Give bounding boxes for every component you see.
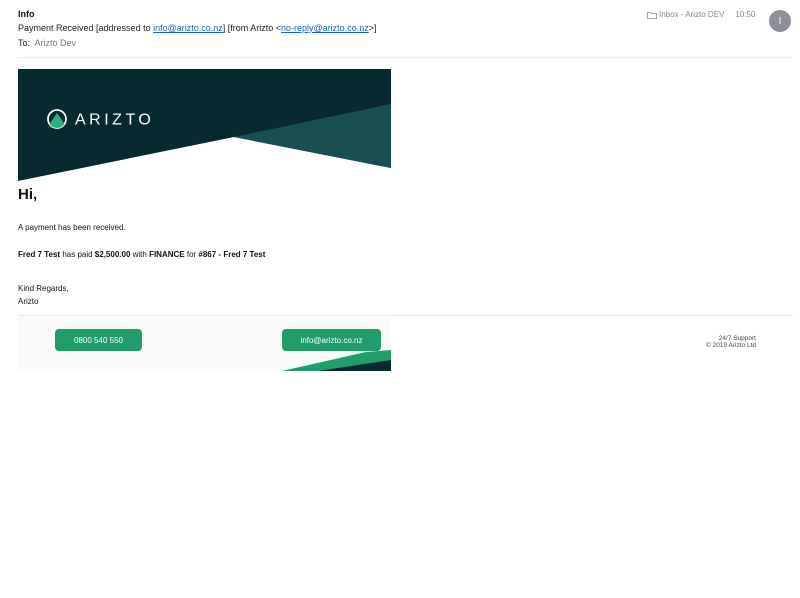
greeting: Hi, [18, 186, 38, 203]
subject-middle: ] [from Arizto < [222, 23, 282, 33]
mail-meta: Inbox - Arizto DEV 10:50 [647, 10, 755, 19]
header-divider [18, 57, 792, 58]
subject-prefix: Payment Received [addressed to [18, 23, 154, 33]
support-line: 24/7 Support [718, 335, 756, 342]
email-subject: Payment Received [addressed to info@ariz… [18, 23, 376, 33]
with-text: with [130, 250, 150, 259]
subject-suffix: >] [368, 23, 377, 33]
signoff: Kind Regards, [18, 284, 69, 293]
addressed-email-link[interactable]: info@arizto.co.nz [153, 23, 223, 33]
support-info: 24/7 Support © 2019 Arizto Ltd [690, 335, 756, 349]
folder-icon [647, 11, 657, 19]
payment-notice: A payment has been received. [18, 223, 126, 232]
body-divider [18, 315, 793, 316]
to-label: To: [18, 38, 31, 48]
recipient-name[interactable]: Arizto Dev [35, 38, 77, 48]
payer-name: Fred 7 Test [18, 250, 61, 259]
for-text: for [184, 250, 199, 259]
has-paid-text: has paid [60, 250, 95, 259]
payment-method: FINANCE [149, 250, 185, 259]
payment-details: Fred 7 Test has paid $2,500.00 with FINA… [18, 250, 265, 259]
email-button[interactable]: info@arizto.co.nz [282, 329, 381, 351]
mailbox-folder[interactable]: Inbox - Arizto DEV [659, 10, 724, 19]
phone-button[interactable]: 0800 540 550 [55, 329, 142, 351]
from-email-link[interactable]: no-reply@arizto.co.nz [281, 23, 369, 33]
sender-name: Info [18, 9, 35, 19]
recipient-line: To: Arizto Dev [18, 38, 76, 48]
brand-logo-text: ARIZTO [75, 112, 154, 129]
avatar[interactable]: I [769, 10, 791, 32]
received-time: 10:50 [735, 10, 756, 19]
brand-banner: ARIZTO [18, 69, 391, 181]
email-footer: 0800 540 550 info@arizto.co.nz [18, 317, 391, 371]
copyright-line: © 2019 Arizto Ltd [706, 342, 756, 349]
payment-amount: $2,500.00 [94, 250, 131, 259]
invoice-reference: #867 - Fred 7 Test [198, 250, 266, 259]
signature-name: Arizto [18, 297, 39, 306]
